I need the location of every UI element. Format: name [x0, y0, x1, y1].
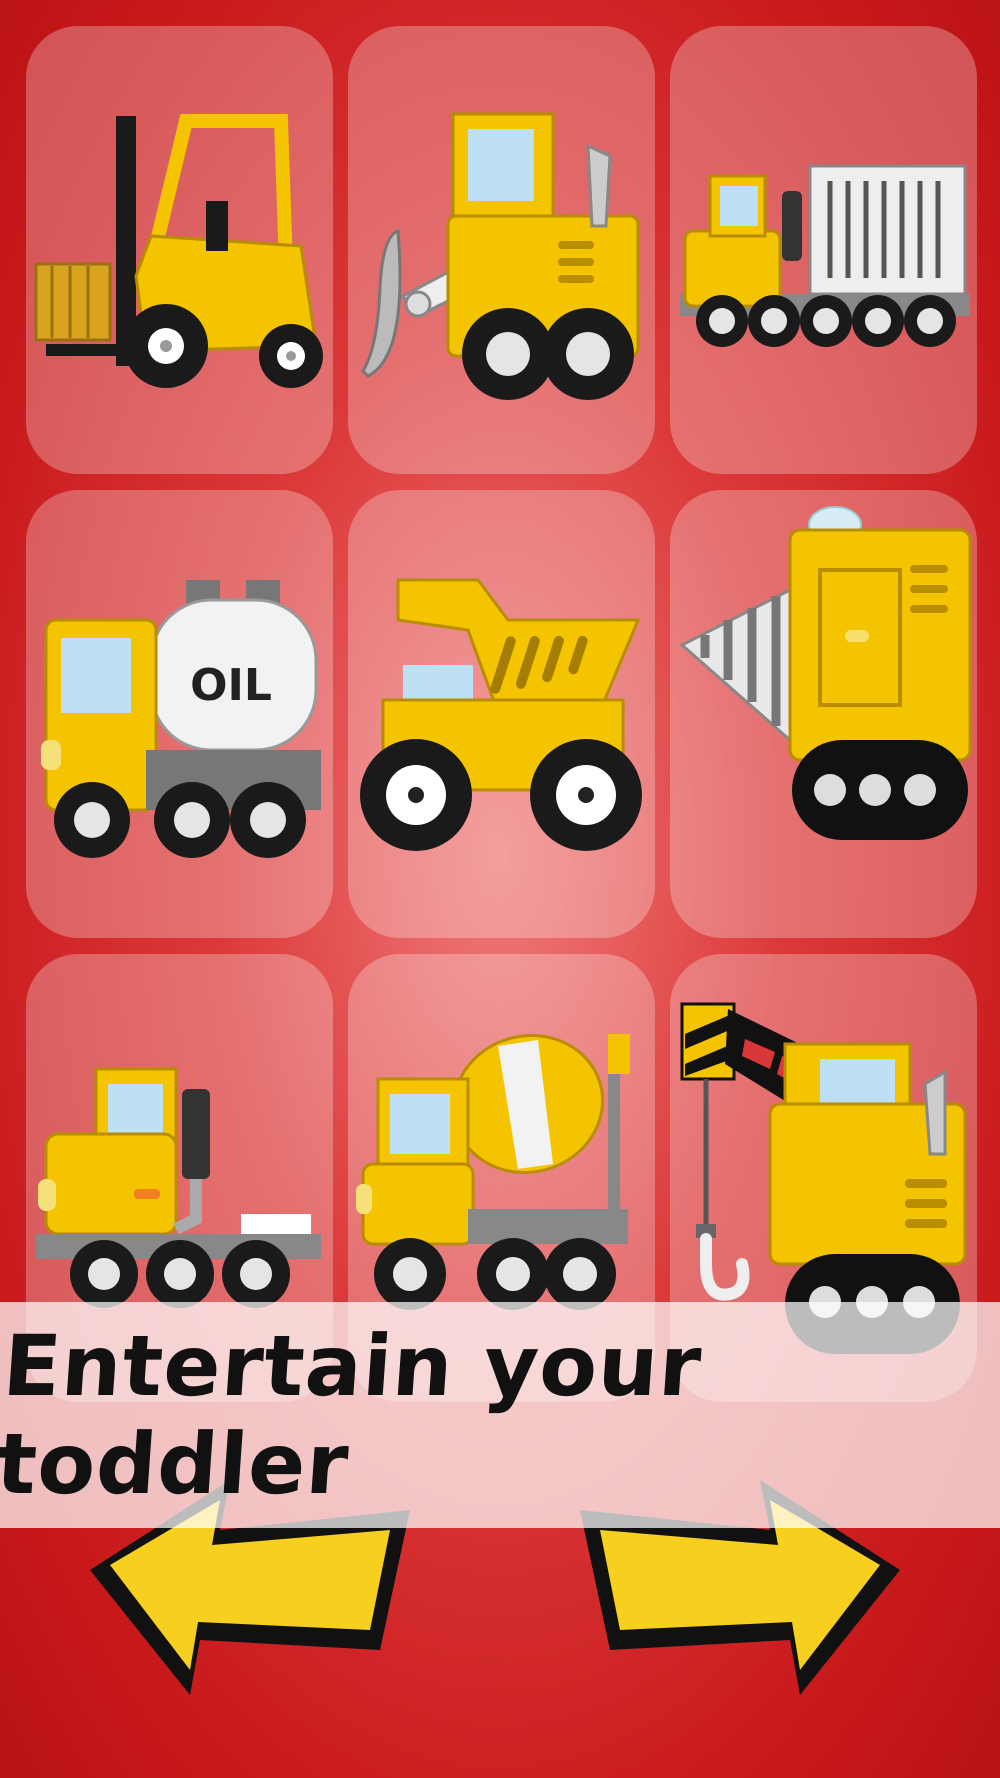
vehicle-tile-container-truck[interactable]: [670, 26, 977, 474]
app-screen: OIL Entertain your toddler: [0, 0, 1000, 1778]
vehicle-tile-forklift[interactable]: [26, 26, 333, 474]
vehicle-tile-oil-tanker[interactable]: OIL: [26, 490, 333, 938]
vehicle-tile-bulldozer[interactable]: [348, 26, 655, 474]
vehicle-tile-drill[interactable]: [670, 490, 977, 938]
dump-truck-icon: [360, 578, 642, 851]
container-truck-icon: [680, 164, 970, 347]
vehicle-tile-dump-truck[interactable]: [348, 490, 655, 938]
forklift-icon: [34, 114, 323, 388]
tagline-text: Entertain your toddler: [0, 1317, 705, 1513]
tagline-banner: Entertain your toddler: [0, 1302, 1000, 1528]
oil-label: OIL: [190, 660, 272, 711]
bulldozer-icon: [361, 112, 640, 400]
drill-icon: [679, 506, 972, 840]
oil-tanker-icon: OIL: [41, 580, 321, 858]
